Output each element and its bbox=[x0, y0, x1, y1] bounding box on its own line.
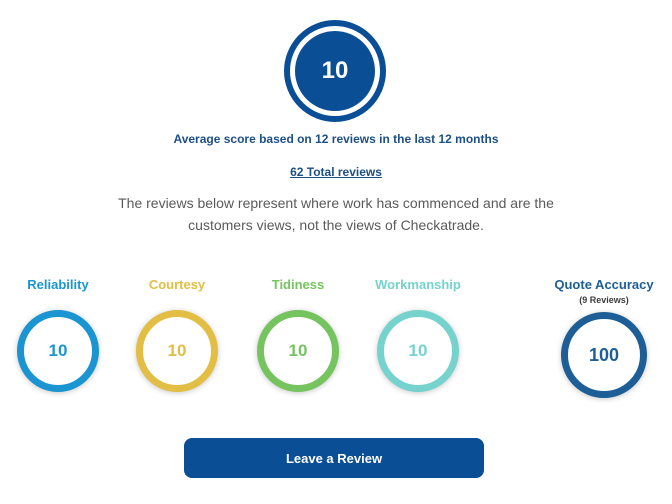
total-reviews-link[interactable]: 62 Total reviews bbox=[290, 165, 382, 179]
overall-score-badge: 10 bbox=[284, 20, 386, 122]
category-score-value: 10 bbox=[167, 341, 187, 360]
category-score-ring: 10 bbox=[257, 310, 339, 392]
leave-review-button[interactable]: Leave a Review bbox=[184, 438, 484, 478]
category-score-value: 10 bbox=[408, 341, 428, 360]
category-tidiness: Tidiness 10 bbox=[243, 276, 353, 392]
quote-accuracy-review-count: (9 Reviews) bbox=[579, 295, 629, 305]
category-label: Workmanship bbox=[375, 277, 461, 292]
overall-score-value: 10 bbox=[321, 57, 349, 84]
quote-accuracy-score-value: 100 bbox=[588, 344, 620, 365]
category-reliability: Reliability 10 bbox=[3, 276, 113, 392]
category-score-ring: 10 bbox=[377, 310, 459, 392]
quote-accuracy-score-ring: 100 bbox=[561, 312, 647, 398]
category-label: Quote Accuracy bbox=[554, 277, 654, 292]
category-score-ring: 10 bbox=[17, 310, 99, 392]
category-courtesy: Courtesy 10 bbox=[122, 276, 232, 392]
category-score-ring: 10 bbox=[136, 310, 218, 392]
reviews-disclaimer: The reviews below represent where work h… bbox=[118, 195, 554, 233]
category-quote-accuracy: Quote Accuracy (9 Reviews) 100 bbox=[549, 276, 659, 398]
category-label: Reliability bbox=[27, 277, 89, 292]
category-label: Courtesy bbox=[148, 277, 206, 292]
total-reviews-container: 62 Total reviews bbox=[0, 165, 672, 179]
category-score-value: 10 bbox=[288, 341, 308, 360]
reviews-summary-panel: 10 Average score based on 12 reviews in … bbox=[0, 0, 672, 504]
overall-score-disc: 10 bbox=[295, 31, 375, 111]
category-workmanship: Workmanship 10 bbox=[363, 276, 473, 392]
category-score-value: 10 bbox=[48, 341, 68, 360]
average-score-text: Average score based on 12 reviews in the… bbox=[173, 132, 499, 146]
category-label: Tidiness bbox=[271, 277, 325, 292]
